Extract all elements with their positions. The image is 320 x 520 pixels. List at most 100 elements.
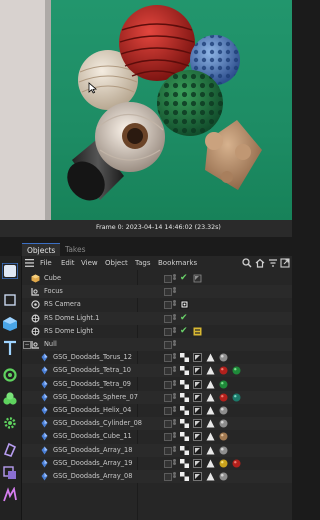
search-icon[interactable]	[242, 258, 252, 268]
checker-tag-icon[interactable]	[180, 472, 189, 481]
gear-icon[interactable]	[2, 415, 18, 431]
object-label[interactable]: RS Camera	[44, 298, 81, 311]
visibility-dots-icon[interactable]	[173, 392, 176, 402]
checker-tag-icon[interactable]	[180, 366, 189, 376]
layer-toggle[interactable]	[164, 367, 172, 376]
checker-tag-icon[interactable]	[180, 353, 189, 363]
enabled-check-icon[interactable]: ✔	[180, 313, 188, 324]
points-mode-icon[interactable]	[2, 292, 18, 308]
checker-tag-icon[interactable]	[180, 458, 189, 468]
visibility-dots-icon[interactable]	[173, 458, 176, 468]
ball-grey-tag-icon[interactable]	[219, 472, 228, 481]
tri-tag-icon[interactable]	[206, 393, 215, 402]
object-label[interactable]: Cube	[44, 272, 61, 285]
menu-edit[interactable]: Edit	[61, 256, 75, 270]
tri-tag-icon[interactable]	[206, 432, 215, 441]
object-row[interactable]: GSG_Doodads_Array_18	[22, 443, 292, 457]
object-label[interactable]: Focus	[44, 285, 63, 298]
filter-icon[interactable]	[268, 258, 278, 268]
snap-tool-icon[interactable]	[2, 367, 18, 383]
cloner-tool-icon[interactable]	[2, 391, 18, 407]
layer-toggle[interactable]	[164, 354, 172, 363]
visibility-dots-icon[interactable]	[173, 419, 176, 428]
object-row[interactable]: RS Dome Light.1 ✔	[22, 311, 292, 325]
visibility-dots-icon[interactable]	[173, 287, 176, 296]
tri-tag-icon[interactable]	[206, 446, 215, 455]
menu-bookmarks[interactable]: Bookmarks	[158, 256, 197, 270]
array-tool-icon[interactable]	[2, 487, 18, 503]
layer-toggle[interactable]	[164, 327, 172, 336]
menu-view[interactable]: View	[81, 256, 98, 270]
layer-toggle[interactable]	[164, 420, 172, 429]
object-row[interactable]: Focus	[22, 285, 292, 299]
uv-tag-icon[interactable]	[193, 445, 202, 455]
object-label[interactable]: GSG_Doodads_Cylinder_08	[53, 417, 142, 430]
object-label[interactable]: GSG_Doodads_Array_08	[53, 470, 132, 483]
visibility-dots-icon[interactable]	[173, 340, 176, 349]
deformer-tool-icon[interactable]	[2, 441, 18, 457]
ball-tan-tag-icon[interactable]	[219, 432, 228, 441]
ball-green-tag-icon[interactable]	[232, 366, 241, 375]
object-row[interactable]: RS Dome Light ✔	[22, 325, 292, 338]
uv-tag-icon[interactable]	[193, 353, 202, 363]
material-blank-tag-icon[interactable]	[193, 274, 202, 283]
layer-toggle[interactable]	[164, 341, 172, 349]
object-row[interactable]: GSG_Doodads_Cube_11	[22, 430, 292, 443]
object-label[interactable]: GSG_Doodads_Cube_11	[53, 430, 132, 443]
object-row[interactable]: RS Camera	[22, 298, 292, 311]
visibility-dots-icon[interactable]	[173, 432, 176, 441]
object-row[interactable]: GSG_Doodads_Array_19	[22, 457, 292, 470]
object-mode-icon[interactable]	[2, 316, 18, 332]
collapse-toggle-icon[interactable]: −	[23, 341, 31, 349]
ball-teal-tag-icon[interactable]	[232, 393, 241, 402]
hamburger-menu-icon[interactable]	[25, 259, 34, 267]
checker-tag-icon[interactable]	[180, 392, 189, 402]
camera-tag-tag-icon[interactable]	[180, 300, 189, 309]
checker-tag-icon[interactable]	[180, 419, 189, 429]
object-row[interactable]: GSG_Doodads_Array_08	[22, 470, 292, 483]
tri-tag-icon[interactable]	[206, 459, 215, 468]
uv-tag-icon[interactable]	[193, 458, 202, 468]
text-tool-icon[interactable]	[2, 340, 18, 356]
ball-green-tag-icon[interactable]	[219, 380, 228, 389]
light-tag-tag-icon[interactable]	[193, 327, 202, 336]
checker-tag-icon[interactable]	[180, 432, 189, 442]
uv-tag-icon[interactable]	[193, 406, 202, 415]
tri-tag-icon[interactable]	[206, 353, 215, 362]
visibility-dots-icon[interactable]	[173, 274, 176, 283]
object-label[interactable]: GSG_Doodads_Tetra_09	[53, 378, 131, 391]
ball-grey-tag-icon[interactable]	[219, 419, 228, 428]
visibility-dots-icon[interactable]	[173, 313, 176, 323]
expand-window-icon[interactable]	[280, 258, 290, 268]
layer-toggle[interactable]	[164, 446, 172, 455]
visibility-dots-icon[interactable]	[173, 379, 176, 389]
tri-tag-icon[interactable]	[206, 366, 215, 375]
object-label[interactable]: GSG_Doodads_Tetra_10	[53, 364, 131, 377]
visibility-dots-icon[interactable]	[173, 353, 176, 362]
object-label[interactable]: Null	[44, 338, 57, 351]
object-row[interactable]: − Null	[22, 338, 292, 351]
object-label[interactable]: GSG_Doodads_Sphere_07	[53, 391, 138, 404]
visibility-dots-icon[interactable]	[173, 300, 176, 309]
ball-grey-tag-icon[interactable]	[219, 446, 228, 455]
object-row[interactable]: GSG_Doodads_Tetra_10	[22, 364, 292, 378]
uv-tag-icon[interactable]	[193, 472, 202, 481]
ball-grey-tag-icon[interactable]	[219, 353, 228, 362]
tab-takes[interactable]: Takes	[60, 243, 91, 256]
tri-tag-icon[interactable]	[206, 472, 215, 481]
model-mode-icon[interactable]	[2, 263, 18, 279]
visibility-dots-icon[interactable]	[173, 326, 176, 336]
tri-tag-icon[interactable]	[206, 419, 215, 428]
layer-toggle[interactable]	[164, 393, 172, 402]
object-label[interactable]: GSG_Doodads_Array_19	[53, 457, 132, 470]
object-row[interactable]: GSG_Doodads_Sphere_07	[22, 390, 292, 404]
layer-toggle[interactable]	[164, 433, 172, 442]
uv-tag-icon[interactable]	[193, 366, 202, 376]
menu-tags[interactable]: Tags	[135, 256, 151, 270]
object-row[interactable]: GSG_Doodads_Helix_04	[22, 404, 292, 417]
enabled-check-icon[interactable]: ✔	[180, 326, 188, 337]
object-row[interactable]: GSG_Doodads_Torus_12	[22, 351, 292, 364]
object-label[interactable]: GSG_Doodads_Torus_12	[53, 351, 132, 364]
menu-file[interactable]: File	[40, 256, 52, 270]
ball-grey-tag-icon[interactable]	[219, 406, 228, 415]
